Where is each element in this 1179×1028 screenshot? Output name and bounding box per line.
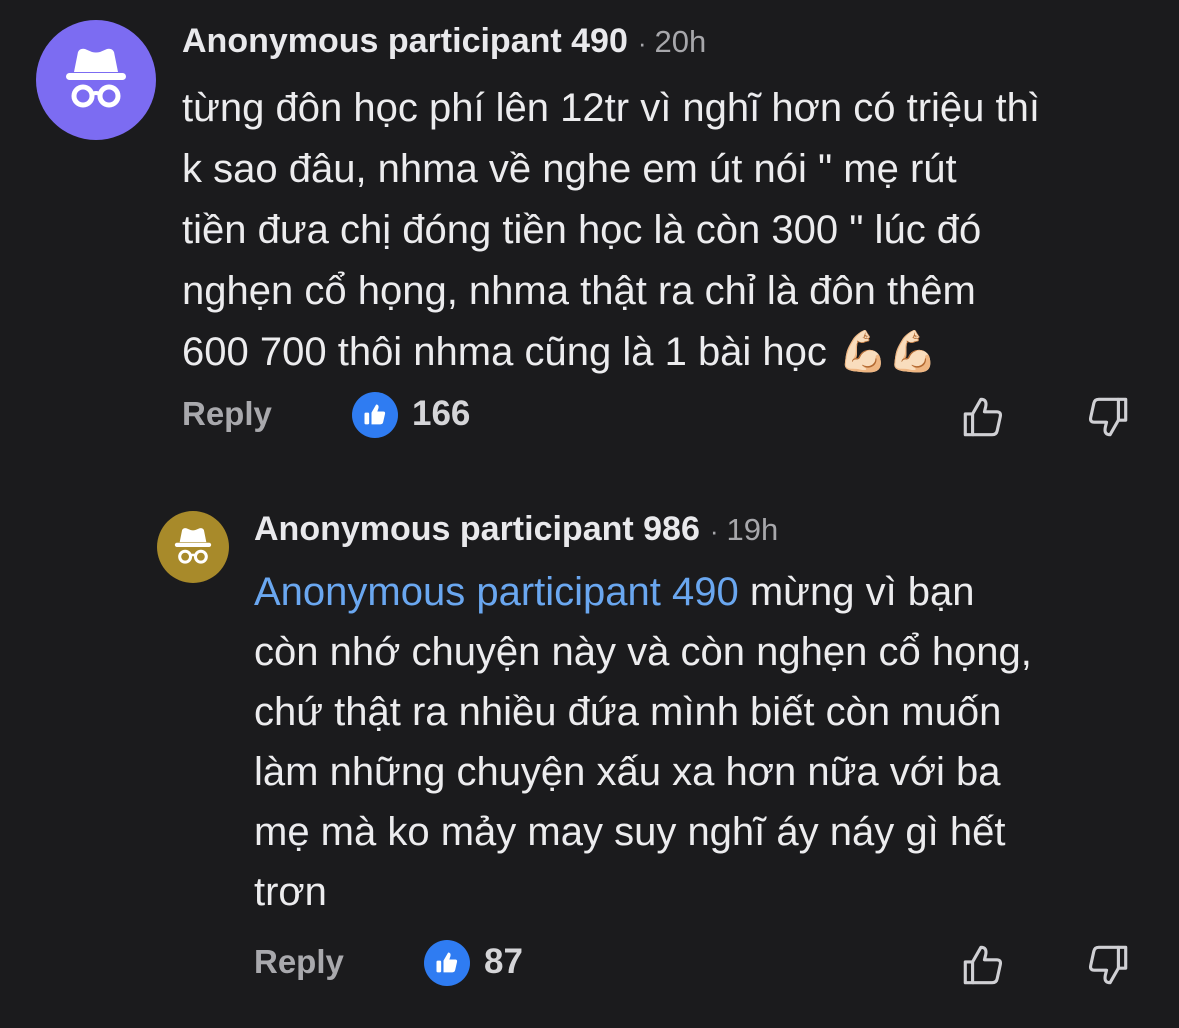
timestamp: 20h xyxy=(654,24,707,59)
thumbs-up-icon xyxy=(364,404,386,425)
comment-body: từng đôn học phí lên 12tr vì nghĩ hơn có… xyxy=(182,78,1040,383)
comment-actions: Reply 166 xyxy=(0,390,1179,444)
author-name[interactable]: Anonymous participant 490 xyxy=(182,22,628,61)
comment-body: Anonymous participant 490 mừng vì bạn cò… xyxy=(254,562,1032,922)
comment-line-text: mừng vì bạn xyxy=(738,570,975,614)
thumbs-up-outline-icon xyxy=(963,397,1003,437)
comment-line: Anonymous participant 490 mừng vì bạn xyxy=(254,562,1032,622)
like-badge xyxy=(424,940,470,986)
avatar[interactable] xyxy=(157,511,229,583)
thumbs-down-outline-icon xyxy=(1088,945,1128,985)
thumbs-up-icon xyxy=(436,952,458,973)
comment-line: tiền đưa chị đóng tiền học là còn 300 " … xyxy=(182,208,982,252)
comment-line: mẹ mà ko mảy may suy nghĩ áy náy gì hết xyxy=(254,810,1006,854)
thumbs-down-outline-icon xyxy=(1088,397,1128,437)
downvote-button[interactable] xyxy=(1083,940,1133,990)
comment-line: làm những chuyện xấu xa hơn nữa với ba xyxy=(254,750,1001,794)
reply-comment: Anonymous participant 986 · 19h Anonymou… xyxy=(0,490,1179,1028)
upvote-button[interactable] xyxy=(958,392,1008,442)
comment-meta: Anonymous participant 490 · 20h xyxy=(182,22,706,66)
incognito-icon xyxy=(66,48,126,108)
comment-line: từng đôn học phí lên 12tr vì nghĩ hơn có… xyxy=(182,86,1040,130)
mention-link[interactable]: Anonymous participant 490 xyxy=(254,570,739,614)
meta-separator: · xyxy=(709,516,719,546)
like-badge xyxy=(352,392,398,438)
timestamp: 19h xyxy=(726,512,779,547)
comment: Anonymous participant 490 · 20h từng đôn… xyxy=(0,0,1179,470)
comment-line: còn nhớ chuyện này và còn nghẹn cổ họng, xyxy=(254,630,1032,674)
comment-line: 600 700 thôi nhma cũng là 1 bài học 💪🏻💪🏻 xyxy=(182,330,938,374)
downvote-button[interactable] xyxy=(1083,392,1133,442)
comment-line: k sao đâu, nhma về nghe em út nói " mẹ r… xyxy=(182,147,957,191)
like-count: 87 xyxy=(484,942,523,981)
reply-button[interactable]: Reply xyxy=(254,943,344,981)
avatar[interactable] xyxy=(36,20,156,140)
comment-line: nghẹn cổ họng, nhma thật ra chỉ là đôn t… xyxy=(182,269,976,313)
comment-line: trơn xyxy=(254,870,327,914)
like-count: 166 xyxy=(412,394,471,433)
author-name[interactable]: Anonymous participant 986 xyxy=(254,510,700,549)
comment-line: chứ thật ra nhiều đứa mình biết còn muốn xyxy=(254,690,1002,734)
incognito-icon xyxy=(174,528,212,564)
comment-actions: Reply 87 xyxy=(0,938,1179,992)
thumbs-up-outline-icon xyxy=(963,945,1003,985)
comment-meta: Anonymous participant 986 · 19h xyxy=(254,510,778,554)
meta-separator: · xyxy=(637,28,647,58)
upvote-button[interactable] xyxy=(958,940,1008,990)
reply-button[interactable]: Reply xyxy=(182,395,272,433)
